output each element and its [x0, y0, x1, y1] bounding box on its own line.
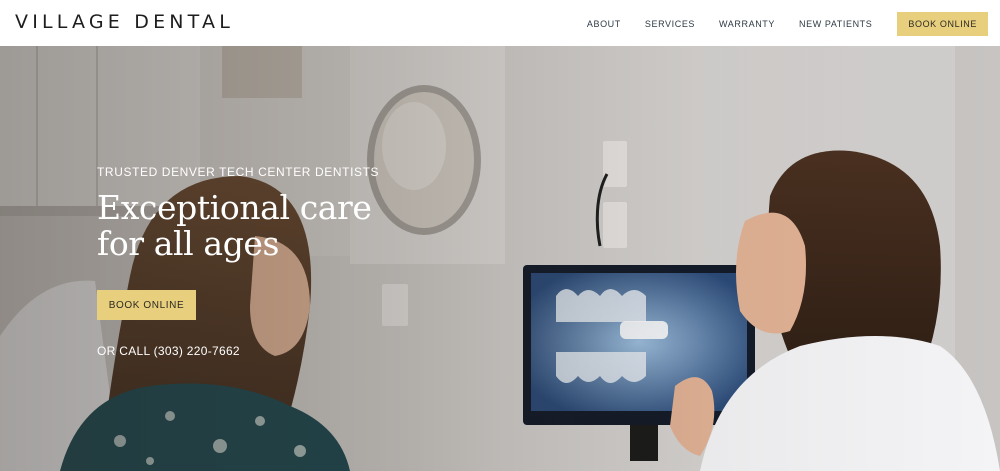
main-nav: ABOUT SERVICES WARRANTY NEW PATIENTS BOO… [587, 12, 988, 36]
hero-book-online-button[interactable]: BOOK ONLINE [97, 290, 196, 320]
nav-link-new-patients[interactable]: NEW PATIENTS [799, 19, 872, 29]
hero-phone-text[interactable]: OR CALL (303) 220-7662 [97, 344, 240, 358]
nav-link-services[interactable]: SERVICES [645, 19, 695, 29]
nav-link-about[interactable]: ABOUT [587, 19, 621, 29]
hero-section: TRUSTED DENVER TECH CENTER DENTISTS Exce… [0, 46, 1000, 471]
header-book-online-button[interactable]: BOOK ONLINE [897, 12, 988, 36]
site-header: VILLAGE DENTAL ABOUT SERVICES WARRANTY N… [0, 0, 1000, 46]
hero-eyebrow: TRUSTED DENVER TECH CENTER DENTISTS [97, 165, 380, 179]
logo[interactable]: VILLAGE DENTAL [15, 11, 234, 33]
hero-headline: Exceptional care for all ages [97, 188, 372, 263]
nav-link-warranty[interactable]: WARRANTY [719, 19, 775, 29]
hero-content: TRUSTED DENVER TECH CENTER DENTISTS Exce… [97, 46, 497, 471]
